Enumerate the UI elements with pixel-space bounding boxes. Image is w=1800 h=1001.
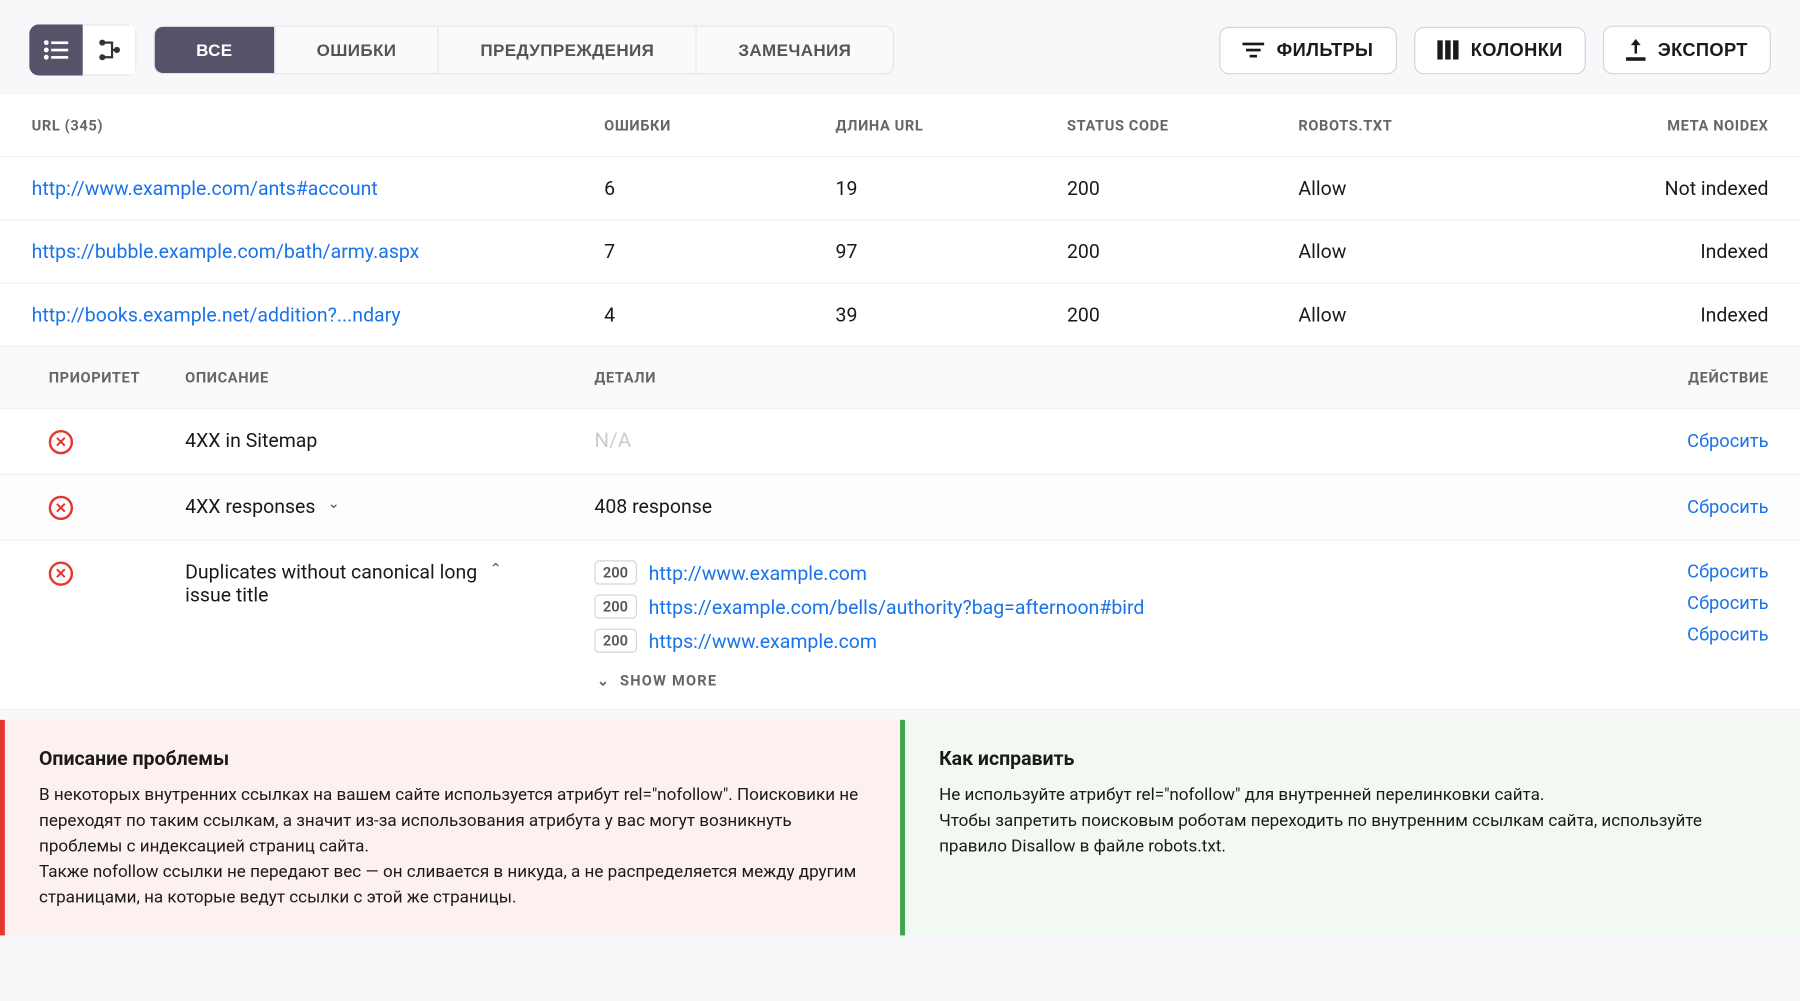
help-panels: Описание проблемы В некоторых внутренних… bbox=[0, 720, 1800, 936]
cell-robots: Allow bbox=[1298, 240, 1590, 263]
header-priority[interactable]: ПРИОРИТЕТ bbox=[49, 369, 185, 386]
problem-body: В некоторых внутренних ссылках на вашем … bbox=[39, 783, 866, 911]
cell-status: 200 bbox=[1067, 240, 1298, 263]
list-view-button[interactable] bbox=[29, 24, 83, 75]
tree-view-button[interactable] bbox=[83, 24, 137, 75]
filters-label: ФИЛЬТРЫ bbox=[1277, 40, 1374, 61]
cell-url-length: 97 bbox=[836, 240, 1067, 263]
cell-robots: Allow bbox=[1298, 303, 1590, 326]
table-header: URL (345) ОШИБКИ ДЛИНА URL STATUS CODE R… bbox=[0, 95, 1800, 157]
reset-link[interactable]: Сбросить bbox=[1687, 560, 1768, 582]
fix-panel: Как исправить Не используйте атрибут rel… bbox=[900, 720, 1800, 936]
detail-url-link[interactable]: https://www.example.com bbox=[649, 629, 877, 652]
tab-all[interactable]: ВСЕ bbox=[155, 27, 276, 73]
table-row[interactable]: http://books.example.net/addition?...nda… bbox=[0, 284, 1800, 347]
header-robots[interactable]: ROBOTS.TXT bbox=[1298, 117, 1590, 134]
error-priority-icon: ✕ bbox=[49, 496, 73, 520]
cell-url-length: 19 bbox=[836, 177, 1067, 200]
list-icon bbox=[43, 39, 70, 61]
tab-warnings[interactable]: ПРЕДУПРЕЖДЕНИЯ bbox=[439, 27, 697, 73]
detail-item: 200 https://www.example.com bbox=[594, 628, 1622, 652]
detail-list: 200 http://www.example.com 200 https://e… bbox=[594, 560, 1622, 689]
view-toggle bbox=[29, 24, 136, 75]
cell-status: 200 bbox=[1067, 177, 1298, 200]
cell-meta: Indexed bbox=[1591, 240, 1769, 263]
issue-row: ✕ 4XX responses ⌄ 408 response Сбросить bbox=[0, 475, 1800, 541]
header-status[interactable]: STATUS CODE bbox=[1067, 117, 1298, 134]
issue-description: 4XX in Sitemap bbox=[185, 429, 317, 452]
header-details[interactable]: ДЕТАЛИ bbox=[594, 369, 1622, 386]
cell-robots: Allow bbox=[1298, 177, 1590, 200]
reset-link[interactable]: Сбросить bbox=[1687, 592, 1768, 614]
fix-title: Как исправить bbox=[939, 744, 1766, 773]
problem-panel: Описание проблемы В некоторых внутренних… bbox=[0, 720, 900, 936]
cell-errors: 6 bbox=[604, 177, 835, 200]
url-link[interactable]: http://books.example.net/addition?...nda… bbox=[32, 303, 401, 326]
problem-title: Описание проблемы bbox=[39, 744, 866, 773]
chevron-down-icon[interactable]: ⌄ bbox=[328, 495, 340, 512]
status-badge: 200 bbox=[594, 594, 636, 618]
filters-button[interactable]: ФИЛЬТРЫ bbox=[1219, 26, 1396, 74]
header-description[interactable]: ОПИСАНИЕ bbox=[185, 369, 594, 386]
detail-text: 408 response bbox=[594, 495, 712, 518]
cell-url-length: 39 bbox=[836, 303, 1067, 326]
header-url[interactable]: URL (345) bbox=[32, 117, 604, 134]
header-meta[interactable]: META NOIDEX bbox=[1591, 117, 1769, 134]
export-label: ЭКСПОРТ bbox=[1658, 40, 1748, 61]
tab-notices[interactable]: ЗАМЕЧАНИЯ bbox=[697, 27, 893, 73]
detail-item: 200 https://example.com/bells/authority?… bbox=[594, 594, 1622, 618]
chevron-down-icon: ⌄ bbox=[597, 672, 610, 689]
cell-meta: Indexed bbox=[1591, 303, 1769, 326]
issue-row: ✕ Duplicates without canonical long issu… bbox=[0, 541, 1800, 710]
columns-icon bbox=[1437, 40, 1459, 59]
fix-body: Не используйте атрибут rel="nofollow" дл… bbox=[939, 783, 1766, 860]
reset-link[interactable]: Сбросить bbox=[1687, 496, 1768, 518]
cell-status: 200 bbox=[1067, 303, 1298, 326]
issue-row: ✕ 4XX in Sitemap N/A Сбросить bbox=[0, 409, 1800, 475]
detail-url-link[interactable]: http://www.example.com bbox=[649, 561, 867, 584]
detail-item: 200 http://www.example.com bbox=[594, 560, 1622, 584]
export-button[interactable]: ЭКСПОРТ bbox=[1603, 26, 1771, 75]
header-action[interactable]: ДЕЙСТВИЕ bbox=[1622, 369, 1768, 386]
show-more-label: SHOW MORE bbox=[620, 672, 717, 689]
table-row[interactable]: http://www.example.com/ants#account 6 19… bbox=[0, 157, 1800, 220]
table-row[interactable]: https://bubble.example.com/bath/army.asp… bbox=[0, 220, 1800, 283]
tab-errors[interactable]: ОШИБКИ bbox=[275, 27, 439, 73]
details-na: N/A bbox=[594, 429, 631, 453]
issues-header: ПРИОРИТЕТ ОПИСАНИЕ ДЕТАЛИ ДЕЙСТВИЕ bbox=[0, 347, 1800, 409]
url-link[interactable]: https://bubble.example.com/bath/army.asp… bbox=[32, 240, 420, 263]
chevron-up-icon[interactable]: ⌃ bbox=[490, 560, 502, 577]
cell-errors: 4 bbox=[604, 303, 835, 326]
export-icon bbox=[1626, 39, 1645, 61]
toolbar: ВСЕ ОШИБКИ ПРЕДУПРЕЖДЕНИЯ ЗАМЕЧАНИЯ ФИЛЬ… bbox=[0, 0, 1800, 95]
columns-button[interactable]: КОЛОНКИ bbox=[1413, 26, 1585, 74]
url-table: URL (345) ОШИБКИ ДЛИНА URL STATUS CODE R… bbox=[0, 95, 1800, 710]
header-errors[interactable]: ОШИБКИ bbox=[604, 117, 835, 134]
reset-link[interactable]: Сбросить bbox=[1687, 430, 1768, 452]
issue-description: Duplicates without canonical long issue … bbox=[185, 560, 477, 606]
issue-description: 4XX responses bbox=[185, 495, 315, 518]
url-link[interactable]: http://www.example.com/ants#account bbox=[32, 177, 378, 200]
error-priority-icon: ✕ bbox=[49, 561, 73, 585]
error-priority-icon: ✕ bbox=[49, 430, 73, 454]
reset-link[interactable]: Сбросить bbox=[1687, 624, 1768, 646]
tree-icon bbox=[97, 38, 121, 62]
status-badge: 200 bbox=[594, 628, 636, 652]
header-url-length[interactable]: ДЛИНА URL bbox=[836, 117, 1067, 134]
columns-label: КОЛОНКИ bbox=[1471, 40, 1563, 61]
cell-errors: 7 bbox=[604, 240, 835, 263]
filter-tabs: ВСЕ ОШИБКИ ПРЕДУПРЕЖДЕНИЯ ЗАМЕЧАНИЯ bbox=[153, 26, 893, 75]
detail-url-link[interactable]: https://example.com/bells/authority?bag=… bbox=[649, 595, 1145, 618]
filter-icon bbox=[1243, 41, 1265, 58]
show-more-button[interactable]: ⌄ SHOW MORE bbox=[594, 672, 1622, 689]
status-badge: 200 bbox=[594, 560, 636, 584]
cell-meta: Not indexed bbox=[1591, 177, 1769, 200]
